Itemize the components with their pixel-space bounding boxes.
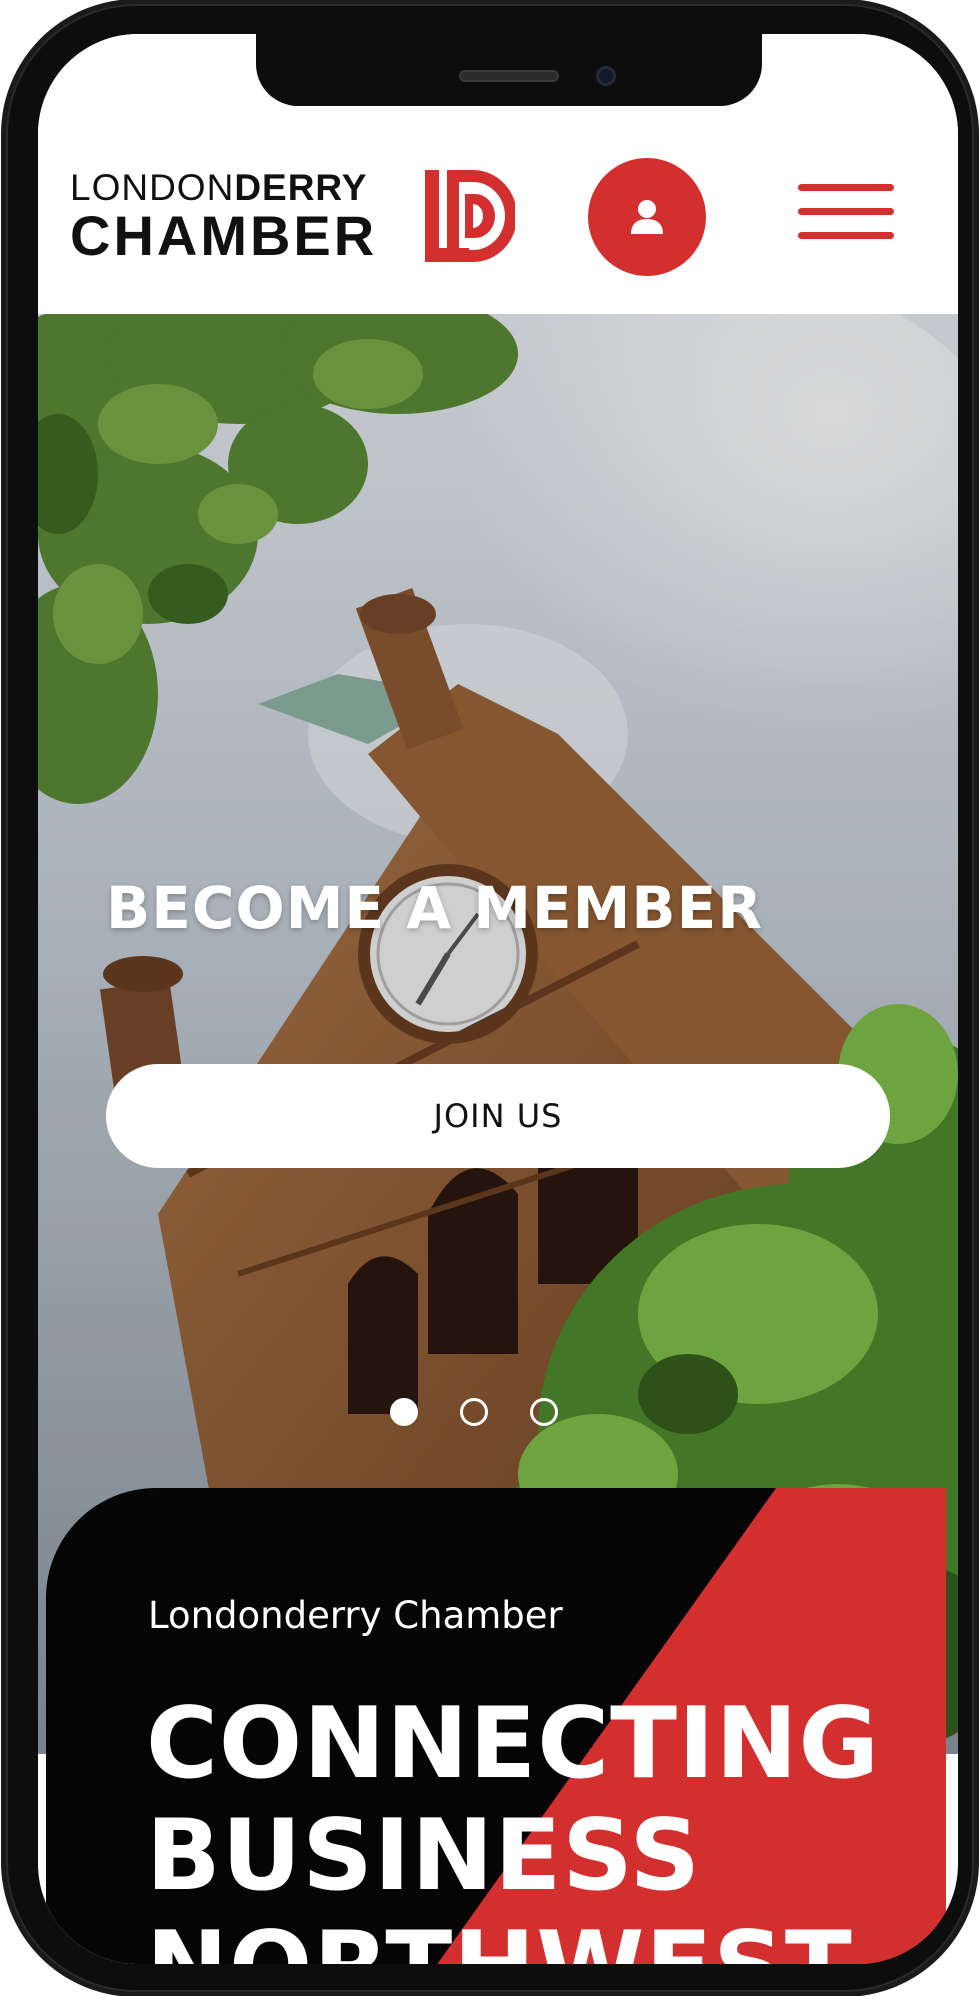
- hero-title: BECOME A MEMBER: [106, 874, 763, 942]
- intro-headline-line3: NORTHWEST: [146, 1912, 880, 1964]
- logo-text-chamber: CHAMBER: [70, 204, 378, 267]
- phone-screen: LONDONDERRY CHAMBER BECOME A MEMBER JOIN…: [38, 34, 958, 1964]
- slider-pagination: [390, 1398, 620, 1434]
- ld-monogram-logo-icon: [425, 170, 515, 262]
- logo-text-london: LONDON: [70, 167, 235, 208]
- site-logo[interactable]: LONDONDERRY CHAMBER: [70, 168, 515, 268]
- phone-notch: [256, 34, 762, 106]
- intro-headline: CONNECTING BUSINESS NORTHWEST: [146, 1688, 880, 1964]
- slider-dot-3[interactable]: [530, 1398, 558, 1426]
- logo-text-line1: LONDONDERRY: [70, 168, 367, 208]
- hamburger-menu-icon[interactable]: [798, 184, 894, 248]
- user-icon: [631, 200, 663, 234]
- join-us-button[interactable]: JOIN US: [106, 1064, 890, 1168]
- logo-text-derry: DERRY: [234, 167, 368, 208]
- intro-card: Londonderry Chamber CONNECTING BUSINESS …: [46, 1488, 946, 1964]
- phone-frame: LONDONDERRY CHAMBER BECOME A MEMBER JOIN…: [6, 4, 974, 1992]
- account-button[interactable]: [588, 158, 706, 276]
- slider-dot-2[interactable]: [460, 1398, 488, 1426]
- slider-dot-1[interactable]: [390, 1398, 418, 1426]
- front-camera: [596, 66, 616, 86]
- intro-headline-line2: BUSINESS: [146, 1799, 702, 1913]
- speaker-grille: [459, 70, 559, 82]
- intro-headline-line1: CONNECTING: [146, 1687, 880, 1801]
- intro-subtitle: Londonderry Chamber: [148, 1594, 563, 1637]
